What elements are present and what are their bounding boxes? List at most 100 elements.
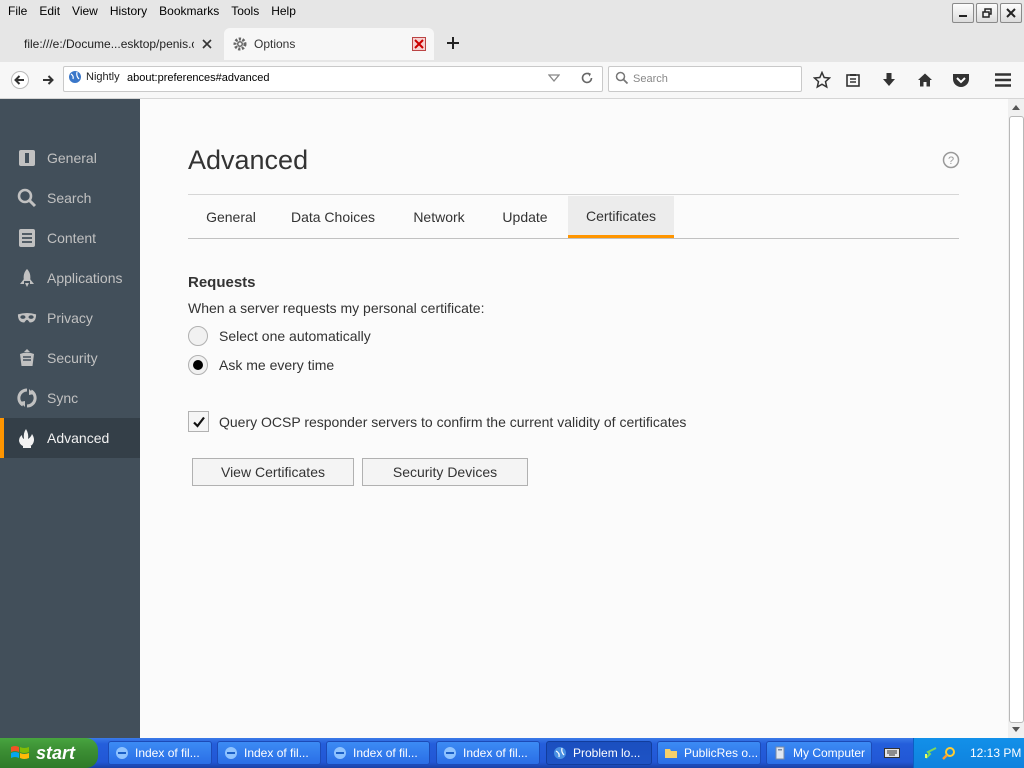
security-devices-button[interactable]: Security Devices — [362, 458, 528, 486]
tab-network[interactable]: Network — [399, 196, 479, 238]
home-button[interactable] — [914, 69, 936, 91]
arrow-up-icon — [1012, 105, 1020, 110]
taskbar-item-label: Problem lo... — [573, 746, 641, 760]
taskbar-item-label: Index of fil... — [244, 746, 309, 760]
search-tray-icon[interactable] — [942, 746, 956, 760]
search-input[interactable]: Search — [633, 73, 668, 85]
menu-edit[interactable]: Edit — [33, 0, 66, 22]
downloads-button[interactable] — [878, 69, 900, 91]
close-icon — [202, 39, 212, 49]
title-divider — [188, 194, 959, 195]
network-tray-icon[interactable] — [924, 746, 938, 760]
menu-bookmarks[interactable]: Bookmarks — [153, 0, 225, 22]
window-controls — [952, 3, 1022, 23]
taskbar-item[interactable]: My Computer — [766, 741, 872, 765]
menu-help[interactable]: Help — [265, 0, 302, 22]
download-arrow-icon — [883, 73, 895, 86]
sidebar-item-general[interactable]: General — [0, 138, 140, 178]
scrollbar-thumb[interactable] — [1009, 116, 1024, 723]
sidebar-item-label: Applications — [47, 270, 123, 286]
sync-icon — [17, 388, 37, 408]
sidebar-item-privacy[interactable]: Privacy — [0, 298, 140, 338]
reload-button[interactable] — [580, 71, 594, 85]
start-label: start — [36, 742, 76, 763]
advanced-subtabs: General Data Choices Network Update Cert… — [188, 196, 959, 239]
restore-icon — [982, 8, 992, 18]
taskbar-item[interactable]: Index of fil... — [436, 741, 540, 765]
radio-button-selected[interactable] — [188, 355, 208, 375]
plus-icon — [447, 37, 459, 49]
back-arrow-icon — [11, 71, 29, 89]
url-bar[interactable]: Nightly about:preferences#advanced — [63, 66, 603, 92]
search-icon — [17, 188, 37, 208]
sidebar-item-applications[interactable]: Applications — [0, 258, 140, 298]
tab-options[interactable]: Options — [224, 28, 434, 60]
sidebar-item-advanced[interactable]: Advanced — [0, 418, 140, 458]
search-bar[interactable]: Search — [608, 66, 802, 92]
checkmark-icon — [192, 416, 205, 428]
scroll-up-button[interactable] — [1008, 99, 1024, 115]
taskbar-item[interactable]: Index of fil... — [217, 741, 321, 765]
preferences-sidebar: General Search Content Applications Priv… — [0, 99, 140, 738]
tab-general[interactable]: General — [188, 196, 274, 238]
advanced-icon — [17, 428, 37, 448]
back-button[interactable] — [10, 70, 30, 90]
taskbar-item[interactable]: PublicRes o... — [657, 741, 761, 765]
forward-button[interactable] — [38, 70, 58, 90]
taskbar-item[interactable]: Index of fil... — [326, 741, 430, 765]
keyboard-icon[interactable] — [884, 747, 900, 759]
url-dropdown-button[interactable] — [548, 71, 560, 85]
gear-icon — [232, 36, 248, 52]
sidebar-item-label: General — [47, 150, 97, 166]
vertical-scrollbar[interactable] — [1008, 99, 1024, 738]
menu-file[interactable]: File — [2, 0, 33, 22]
tab-close-button[interactable] — [200, 37, 214, 51]
tab-certificates[interactable]: Certificates — [568, 196, 674, 238]
close-window-button[interactable] — [1000, 3, 1022, 23]
new-tab-button[interactable] — [444, 34, 462, 52]
bookmarks-menu-button[interactable] — [842, 69, 864, 91]
windows-taskbar: start Index of fil... Index of fil... In… — [0, 738, 1024, 768]
pocket-button[interactable] — [950, 69, 972, 91]
ie-icon — [225, 747, 237, 759]
scroll-down-button[interactable] — [1008, 722, 1024, 738]
bookmark-star-button[interactable] — [811, 69, 833, 91]
site-identity[interactable]: Nightly — [68, 70, 120, 84]
radio-ask-every-time[interactable]: Ask me every time — [188, 355, 334, 375]
clock[interactable]: 12:13 PM — [970, 746, 1021, 760]
taskbar-item-label: Index of fil... — [135, 746, 200, 760]
ocsp-checkbox-row[interactable]: Query OCSP responder servers to confirm … — [188, 411, 686, 432]
menu-bar: File Edit View History Bookmarks Tools H… — [0, 0, 302, 22]
help-button[interactable]: ? — [942, 151, 960, 169]
tab-update[interactable]: Update — [490, 196, 560, 238]
minimize-button[interactable] — [952, 3, 974, 23]
menu-view[interactable]: View — [66, 0, 104, 22]
close-icon — [412, 37, 426, 51]
applications-icon — [17, 268, 37, 288]
ocsp-checkbox[interactable] — [188, 411, 209, 432]
restore-button[interactable] — [976, 3, 998, 23]
taskbar-item[interactable]: Index of fil... — [108, 741, 212, 765]
radio-button[interactable] — [188, 326, 208, 346]
requests-description: When a server requests my personal certi… — [188, 300, 485, 316]
hamburger-menu-button[interactable] — [992, 69, 1014, 91]
menu-tools[interactable]: Tools — [225, 0, 265, 22]
view-certificates-button[interactable]: View Certificates — [192, 458, 354, 486]
tab-close-button[interactable] — [412, 37, 426, 51]
taskbar-item-active[interactable]: Problem lo... — [546, 741, 652, 765]
sidebar-item-content[interactable]: Content — [0, 218, 140, 258]
sidebar-item-sync[interactable]: Sync — [0, 378, 140, 418]
sidebar-item-security[interactable]: Security — [0, 338, 140, 378]
start-button[interactable]: start — [0, 738, 98, 768]
radio-select-automatically[interactable]: Select one automatically — [188, 326, 371, 346]
tab-crt-file[interactable]: file:///e:/Docume...esktop/penis.crt — [14, 30, 220, 58]
windows-flag-icon — [10, 744, 30, 762]
taskbar-item-label: My Computer — [793, 746, 866, 760]
tab-data-choices[interactable]: Data Choices — [279, 196, 387, 238]
menu-history[interactable]: History — [104, 0, 153, 22]
computer-icon — [775, 746, 785, 760]
star-icon — [813, 71, 831, 89]
sidebar-item-search[interactable]: Search — [0, 178, 140, 218]
url-text[interactable]: about:preferences#advanced — [127, 72, 270, 84]
sidebar-item-label: Sync — [47, 390, 79, 406]
